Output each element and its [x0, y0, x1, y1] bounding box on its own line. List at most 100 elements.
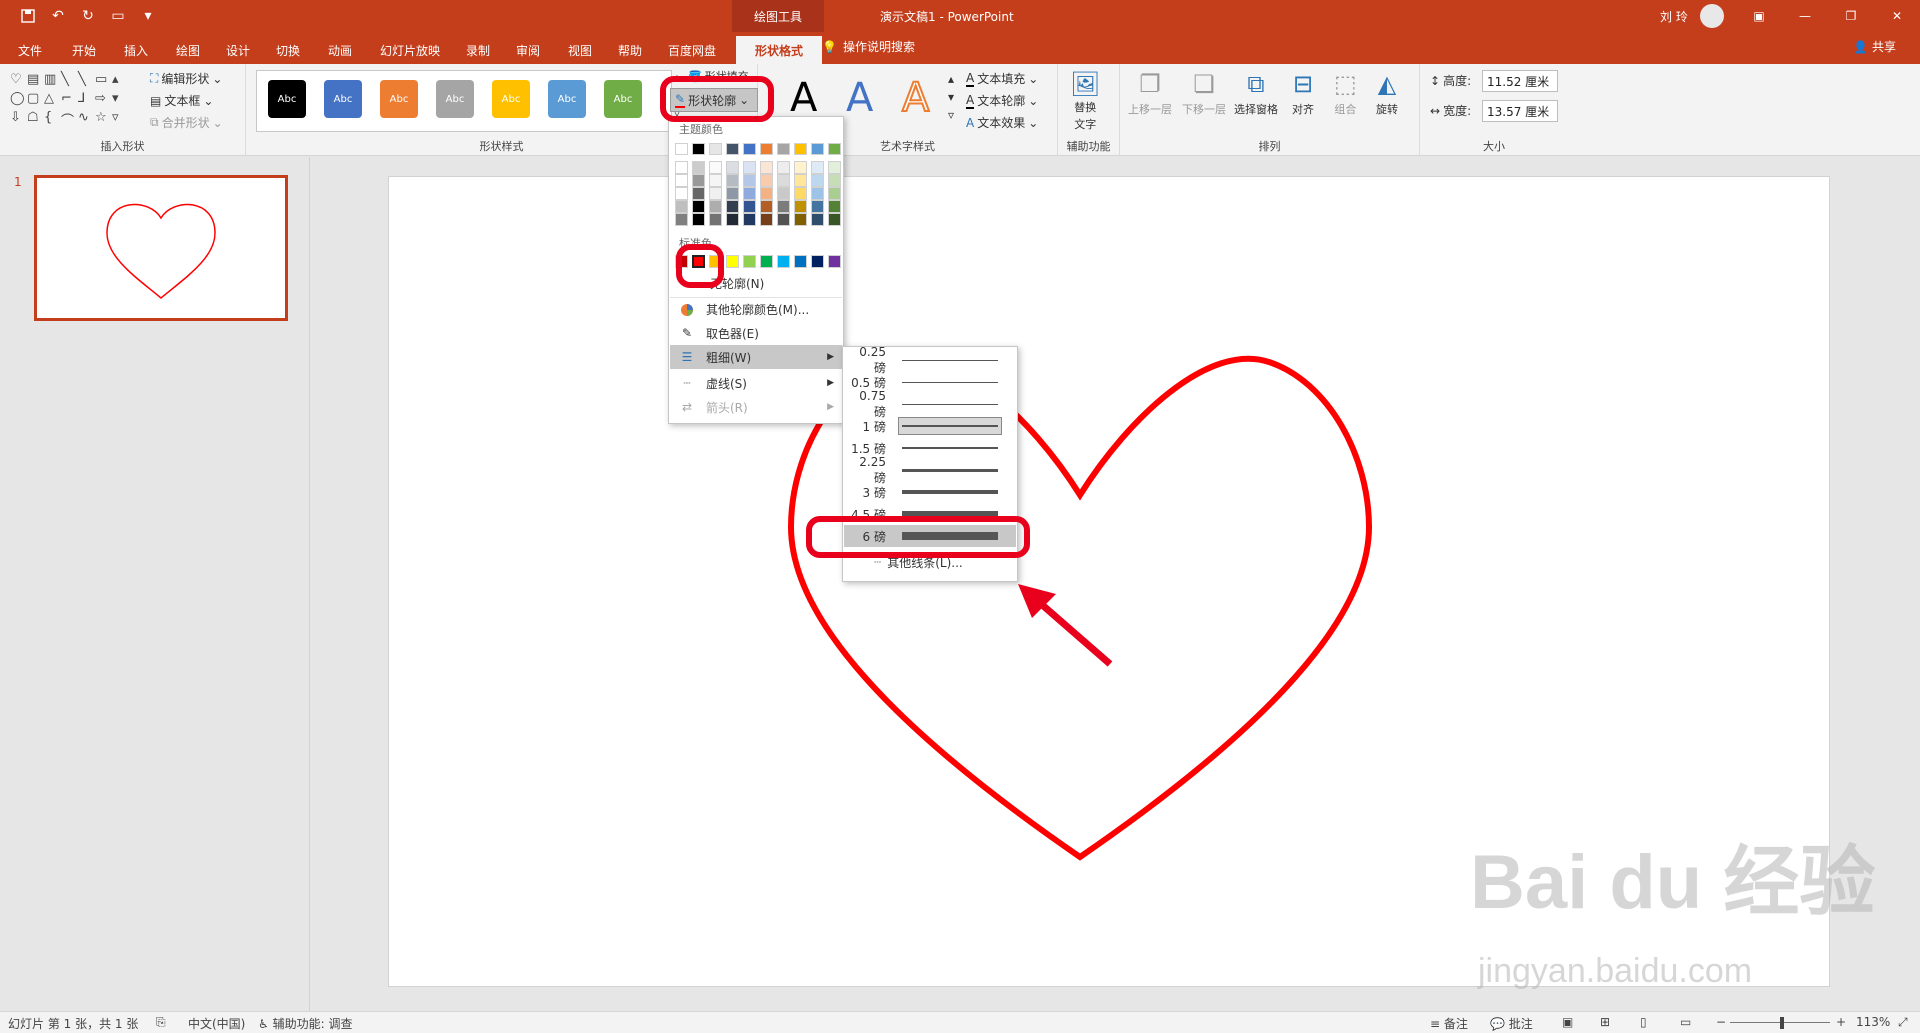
- theme-color-swatch[interactable]: [709, 174, 722, 187]
- theme-color-swatch[interactable]: [777, 200, 790, 213]
- theme-color-swatch[interactable]: [675, 161, 688, 174]
- oval-shape-icon[interactable]: ◯: [10, 91, 27, 110]
- wordart-more-icon[interactable]: ▿: [948, 108, 954, 122]
- shape-style-4[interactable]: Abc: [436, 80, 474, 118]
- theme-color-swatch[interactable]: [692, 213, 705, 226]
- bring-forward-button[interactable]: ❐ 上移一层: [1128, 70, 1172, 117]
- no-outline-item[interactable]: 无轮廓(N): [670, 271, 842, 295]
- theme-color-swatch[interactable]: [709, 161, 722, 174]
- theme-color-swatch[interactable]: [675, 174, 688, 187]
- shape-style-6[interactable]: Abc: [548, 80, 586, 118]
- shape-style-2[interactable]: Abc: [324, 80, 362, 118]
- theme-color-swatch[interactable]: [777, 161, 790, 174]
- theme-color-swatch[interactable]: [692, 200, 705, 213]
- weight-3[interactable]: 3 磅: [844, 481, 1016, 503]
- weight-2-25[interactable]: 2.25 磅: [844, 455, 1016, 485]
- redo-icon[interactable]: ↻: [78, 6, 98, 26]
- comments-button[interactable]: 💬 批注: [1490, 1015, 1533, 1032]
- shape-style-5[interactable]: Abc: [492, 80, 530, 118]
- theme-color-swatch[interactable]: [675, 213, 688, 226]
- theme-color-swatch[interactable]: [760, 213, 773, 226]
- theme-color-swatch[interactable]: [709, 187, 722, 200]
- gallery-scroll-up-icon[interactable]: ▴: [674, 70, 680, 84]
- theme-color-swatch[interactable]: [760, 143, 773, 155]
- theme-color-swatch[interactable]: [675, 143, 688, 155]
- standard-color-swatch[interactable]: [743, 255, 756, 268]
- theme-color-swatch[interactable]: [828, 161, 841, 174]
- wordart-orange-outline[interactable]: A: [901, 72, 930, 124]
- tab-design[interactable]: 设计: [222, 36, 254, 64]
- theme-color-swatch[interactable]: [777, 174, 790, 187]
- star-shape-icon[interactable]: ☆: [95, 110, 112, 129]
- scroll-down-icon[interactable]: ▾: [112, 91, 129, 110]
- weight-0-75[interactable]: 0.75 磅: [844, 389, 1016, 419]
- theme-color-swatch[interactable]: [743, 200, 756, 213]
- shape-style-1[interactable]: Abc: [268, 80, 306, 118]
- standard-color-swatch[interactable]: [811, 255, 824, 268]
- width-input[interactable]: 13.57 厘米: [1482, 100, 1558, 122]
- undo-icon[interactable]: ↶: [48, 6, 68, 26]
- theme-color-swatch[interactable]: [692, 174, 705, 187]
- wordart-blue[interactable]: A: [846, 72, 873, 124]
- brace-shape-icon[interactable]: {: [44, 110, 61, 129]
- theme-color-swatch[interactable]: [794, 200, 807, 213]
- standard-color-swatch[interactable]: [777, 255, 790, 268]
- triangle-shape-icon[interactable]: △: [44, 91, 61, 110]
- freeform-shape-icon[interactable]: ☖: [27, 110, 44, 129]
- minimize-icon[interactable]: —: [1782, 0, 1828, 32]
- more-outline-colors-item[interactable]: 其他轮廓颜色(M)...: [670, 297, 842, 321]
- theme-color-swatch[interactable]: [709, 143, 722, 155]
- slide-thumbnail[interactable]: [34, 175, 288, 321]
- theme-color-swatch[interactable]: [709, 200, 722, 213]
- weight-1[interactable]: 1 磅: [844, 415, 1016, 437]
- avatar[interactable]: [1700, 4, 1724, 28]
- text-fill-button[interactable]: A 文本填充 ⌄: [966, 70, 1038, 87]
- standard-color-swatch[interactable]: [828, 255, 841, 268]
- theme-color-swatch[interactable]: [743, 187, 756, 200]
- arrow-down-shape-icon[interactable]: ⇩: [10, 110, 27, 129]
- weight-6[interactable]: 6 磅: [844, 525, 1016, 547]
- theme-color-swatch[interactable]: [726, 143, 739, 155]
- theme-color-swatch[interactable]: [811, 174, 824, 187]
- height-input[interactable]: 11.52 厘米: [1482, 70, 1558, 92]
- slideshow-view-icon[interactable]: ▭: [1680, 1015, 1691, 1029]
- arrow-right-shape-icon[interactable]: ⇨: [95, 91, 112, 110]
- theme-color-swatch[interactable]: [760, 174, 773, 187]
- theme-color-swatch[interactable]: [828, 200, 841, 213]
- rotate-button[interactable]: ◭ 旋转: [1376, 70, 1398, 117]
- accessibility-status[interactable]: ♿ 辅助功能: 调查: [258, 1015, 352, 1032]
- theme-color-swatch[interactable]: [811, 187, 824, 200]
- theme-color-swatch[interactable]: [760, 200, 773, 213]
- standard-color-swatch[interactable]: [794, 255, 807, 268]
- tab-file[interactable]: 文件: [14, 36, 46, 64]
- tab-slideshow[interactable]: 幻灯片放映: [376, 36, 444, 64]
- ribbon-display-icon[interactable]: ▣: [1736, 0, 1782, 32]
- theme-color-swatch[interactable]: [811, 161, 824, 174]
- theme-color-swatch[interactable]: [743, 143, 756, 155]
- wordart-scroll-down-icon[interactable]: ▾: [948, 90, 954, 104]
- theme-color-swatch[interactable]: [794, 213, 807, 226]
- customize-qat-icon[interactable]: ▾: [138, 6, 158, 26]
- theme-color-swatch[interactable]: [811, 200, 824, 213]
- theme-color-swatch[interactable]: [726, 187, 739, 200]
- standard-color-swatch[interactable]: [760, 255, 773, 268]
- share-button[interactable]: 👤 共享: [1853, 38, 1896, 55]
- theme-color-swatch[interactable]: [828, 143, 841, 155]
- theme-color-swatch[interactable]: [828, 187, 841, 200]
- slide-sorter-icon[interactable]: ⊞: [1600, 1015, 1610, 1029]
- eyedropper-item[interactable]: ✎ 取色器(E): [670, 321, 842, 345]
- tab-transitions[interactable]: 切换: [272, 36, 304, 64]
- restore-icon[interactable]: ❐: [1828, 0, 1874, 32]
- theme-color-swatch[interactable]: [777, 187, 790, 200]
- theme-color-swatch[interactable]: [828, 213, 841, 226]
- theme-color-swatch[interactable]: [726, 200, 739, 213]
- shape-outline-button[interactable]: ✎ 形状轮廓 ⌄: [670, 88, 758, 112]
- text-box-button[interactable]: ▤ 文本框 ⌄: [150, 92, 213, 109]
- vtextbox-shape-icon[interactable]: ▥: [44, 72, 61, 91]
- weight-4-5[interactable]: 4.5 磅: [844, 503, 1016, 525]
- merge-shapes-button[interactable]: ⧉ 合并形状 ⌄: [150, 114, 223, 131]
- fit-to-window-icon[interactable]: ⤢: [1898, 1015, 1908, 1030]
- shape-style-3[interactable]: Abc: [380, 80, 418, 118]
- zoom-in-icon[interactable]: +: [1836, 1015, 1846, 1029]
- line2-shape-icon[interactable]: ╲: [78, 72, 95, 91]
